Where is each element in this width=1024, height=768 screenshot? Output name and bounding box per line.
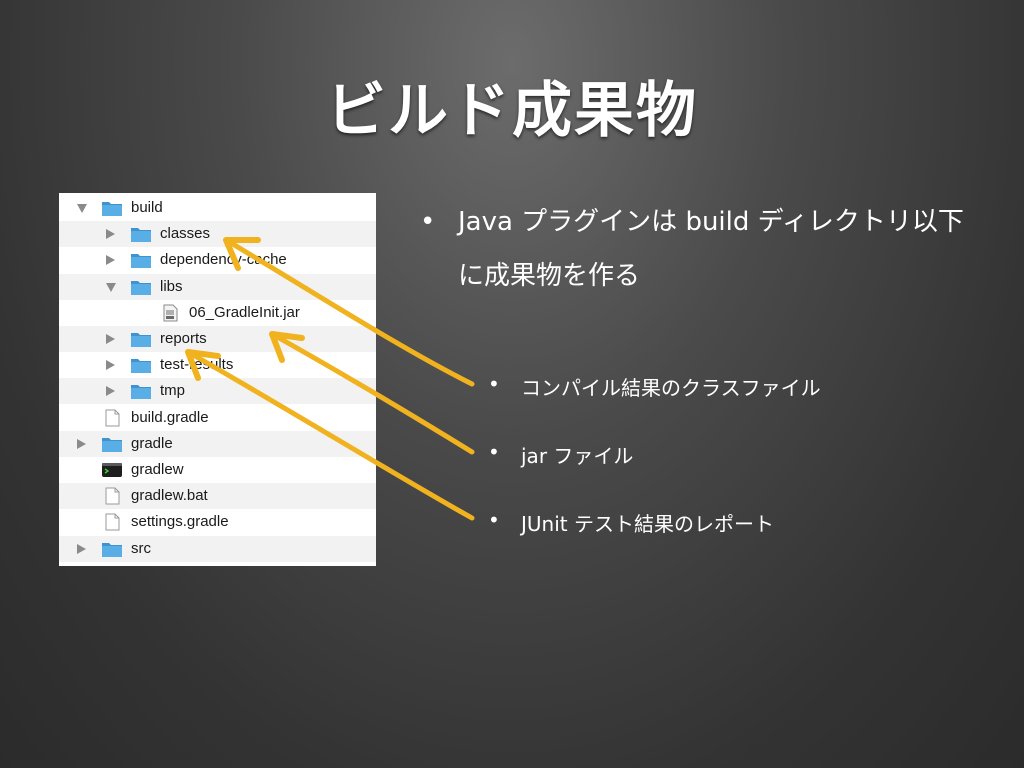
- arrow-to-test-results: [185, 349, 475, 521]
- annotation-arrows: [185, 237, 475, 521]
- arrow-to-classes: [223, 237, 475, 387]
- arrow-to-jar: [269, 331, 475, 455]
